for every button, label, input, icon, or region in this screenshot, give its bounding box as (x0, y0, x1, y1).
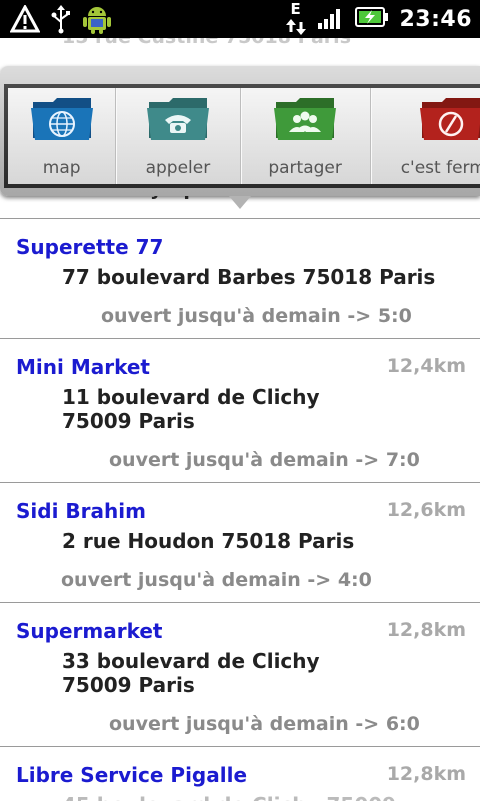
closed-report-button[interactable]: c'est ferm (371, 88, 480, 184)
store-distance: 12,4km (386, 355, 466, 377)
network-type-label: E (290, 0, 301, 18)
store-hours: ouvert jusqu'à demain -> 7:0 (109, 449, 420, 471)
store-name: Sidi Brahim (16, 499, 146, 523)
clock: 23:46 (399, 6, 472, 32)
map-label: map (42, 158, 81, 178)
list-item[interactable]: Libre Service Pigalle 12,8km 45 boulevar… (0, 746, 480, 801)
store-hours: ouvert jusqu'à demain -> 5:0 (101, 305, 412, 327)
data-transfer-icon: E (285, 0, 307, 35)
store-hours: ouvert jusqu'à demain -> 4:0 (61, 569, 372, 591)
store-name: Mini Market (16, 355, 150, 379)
usb-icon (50, 4, 72, 38)
store-distance: 12,6km (386, 499, 466, 521)
globe-folder-icon (29, 94, 95, 142)
call-button[interactable]: appeler (116, 88, 241, 184)
store-distance: 12,8km (386, 763, 466, 785)
store-name: Superette 77 (16, 235, 164, 259)
quick-action-strip: map appeler partager c'est ferm (8, 88, 480, 184)
closed-folder-icon (418, 94, 480, 142)
warning-icon (9, 3, 41, 37)
store-address: 11 boulevard de Clichy 75009 Paris (62, 385, 320, 433)
hidden-address: 15 rue Custine 75018 Paris (62, 38, 351, 48)
signal-icon (317, 5, 345, 33)
people-folder-icon (272, 94, 338, 142)
call-label: appeler (145, 158, 211, 178)
quick-action-popup: y ..p map appeler partager c'est ferm (0, 66, 480, 216)
status-bar: E 23:46 (0, 0, 480, 38)
store-address: 2 rue Houdon 75018 Paris (62, 529, 355, 553)
share-button[interactable]: partager (241, 88, 371, 184)
closed-report-label: c'est ferm (400, 158, 480, 178)
list-item[interactable]: Superette 77 77 boulevard Barbes 75018 P… (0, 218, 480, 339)
store-name: Supermarket (16, 619, 163, 643)
map-button[interactable]: map (8, 88, 117, 184)
popup-pointer (229, 196, 251, 209)
list-item[interactable]: Sidi Brahim 12,6km 2 rue Houdon 75018 Pa… (0, 482, 480, 603)
list-item[interactable]: Supermarket 12,8km 33 boulevard de Clich… (0, 602, 480, 747)
store-hours: ouvert jusqu'à demain -> 6:0 (109, 713, 420, 735)
store-address: 33 boulevard de Clichy 75009 Paris (62, 649, 320, 697)
list-item[interactable]: Mini Market 12,4km 11 boulevard de Clich… (0, 338, 480, 483)
phone-folder-icon (145, 94, 211, 142)
battery-charging-icon (355, 6, 389, 32)
hidden-list-row[interactable]: 15 rue Custine 75018 Paris (0, 38, 480, 66)
store-distance: 12,8km (386, 619, 466, 641)
store-name: Libre Service Pigalle (16, 763, 248, 787)
android-icon (82, 3, 112, 39)
store-address: 77 boulevard Barbes 75018 Paris (62, 265, 436, 289)
share-label: partager (268, 158, 342, 178)
